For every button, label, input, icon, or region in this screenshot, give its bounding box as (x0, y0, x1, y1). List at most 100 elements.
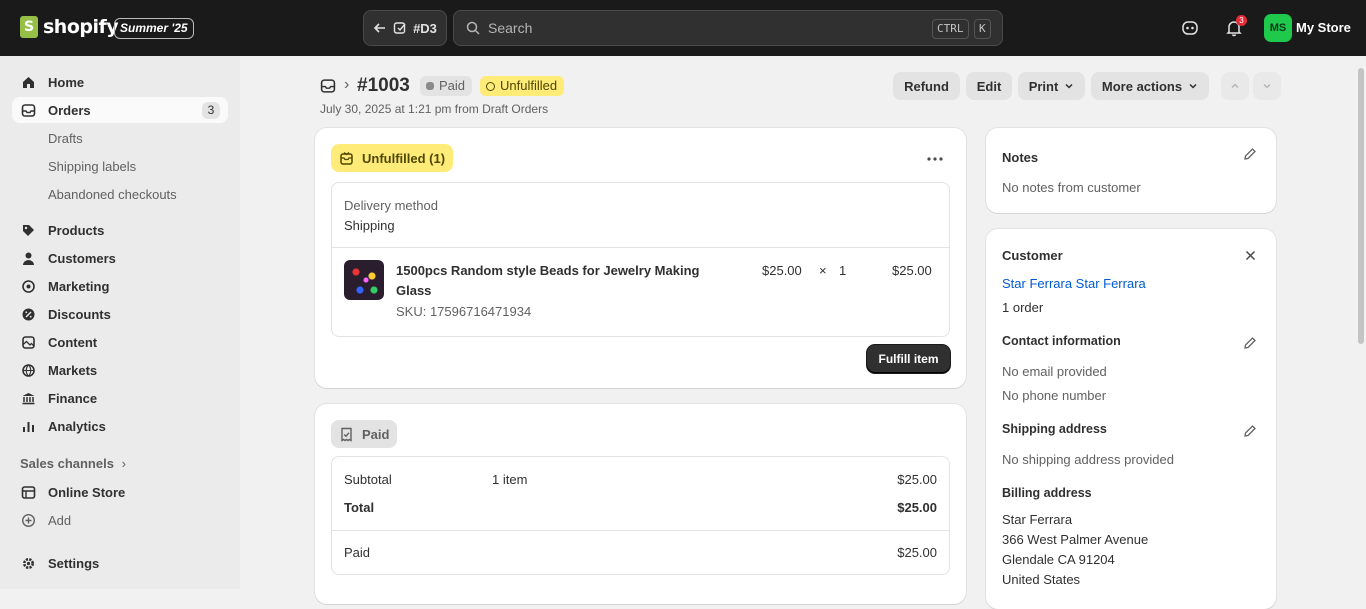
print-button[interactable]: Print (1018, 72, 1085, 100)
more-actions-label: More actions (1101, 78, 1183, 94)
avatar[interactable]: MS (1264, 14, 1292, 42)
sidebar-item-label: Finance (48, 390, 98, 406)
delivery-method-value: Shipping (344, 218, 395, 233)
more-horizontal-icon[interactable] (925, 149, 945, 169)
top-bar: shopify Summer '25 #D3 Search CTRL K 3 M… (0, 0, 1366, 56)
unfulfilled-badge-label: Unfulfilled (1) (362, 150, 446, 166)
page-title: #1003 (357, 75, 410, 96)
fulfillment-status-label: Unfulfilled (500, 78, 558, 93)
sidebar-item-label: Analytics (48, 418, 106, 434)
sidebar-item-products[interactable]: Products (12, 217, 228, 243)
more-actions-button[interactable]: More actions (1091, 72, 1209, 100)
sidebar-item-add[interactable]: Add (12, 507, 228, 533)
sidebar-item-label: Drafts (48, 130, 83, 146)
notes-title: Notes (1002, 150, 1039, 165)
scrollbar-thumb[interactable] (1358, 68, 1364, 344)
target-icon (20, 278, 36, 294)
person-icon (20, 250, 36, 266)
home-icon (20, 74, 36, 90)
sales-channels-heading[interactable]: Sales channels › (20, 456, 126, 471)
customer-orders: 1 order (1002, 300, 1044, 315)
refund-button[interactable]: Refund (893, 72, 960, 100)
search-placeholder: Search (488, 20, 533, 36)
sidekick-icon[interactable] (1178, 16, 1202, 40)
sidebar-item-online-store[interactable]: Online Store (12, 479, 228, 505)
edit-button[interactable]: Edit (966, 72, 1012, 100)
paid-value: $25.00 (897, 545, 937, 560)
edit-contact-pencil-icon[interactable] (1240, 333, 1260, 353)
orders-breadcrumb-icon[interactable] (320, 78, 336, 97)
sidebar-item-marketing[interactable]: Marketing (12, 273, 228, 299)
plus-circle-icon (20, 512, 36, 528)
sidebar-item-finance[interactable]: Finance (12, 385, 228, 411)
subtotal-items: 1 item (492, 472, 528, 487)
sidebar-item-content[interactable]: Content (12, 329, 228, 355)
paid-badge-label: Paid (362, 426, 390, 442)
sidebar-item-label: Add (48, 512, 72, 528)
notes-text: No notes from customer (1002, 180, 1141, 195)
previous-order-button[interactable] (1221, 72, 1249, 100)
edit-shipping-pencil-icon[interactable] (1240, 421, 1260, 441)
sidebar-item-abandoned-checkouts[interactable]: Abandoned checkouts (12, 181, 228, 207)
gear-icon (20, 555, 36, 571)
sidebar-item-settings[interactable]: Settings (12, 550, 228, 576)
chevron-up-icon (1230, 79, 1240, 94)
sidebar-item-discounts[interactable]: Discounts (12, 301, 228, 327)
sidebar-item-label: Markets (48, 362, 98, 378)
breadcrumb-chevron-icon: › (344, 76, 350, 93)
contact-phone: No phone number (1002, 388, 1107, 403)
sidebar-item-label: Abandoned checkouts (48, 186, 177, 202)
globe-icon (20, 362, 36, 378)
arrow-left-icon (373, 23, 386, 33)
sidebar-item-customers[interactable]: Customers (12, 245, 228, 271)
payment-status-badge: Paid (420, 76, 473, 96)
sidebar-item-analytics[interactable]: Analytics (12, 413, 228, 439)
times-symbol: × (819, 263, 827, 278)
subtotal-label: Subtotal (344, 472, 392, 487)
sidebar-item-orders[interactable]: Orders 3 (12, 97, 228, 123)
sidebar-item-label: Content (48, 334, 98, 350)
edit-notes-pencil-icon[interactable] (1240, 144, 1260, 164)
sidebar-item-label: Settings (48, 555, 100, 571)
close-icon[interactable] (1240, 245, 1260, 265)
content-icon (20, 334, 36, 350)
status-dot-icon (426, 82, 434, 90)
shortcut-key-ctrl: CTRL (932, 19, 969, 39)
divider (332, 530, 949, 531)
main-content: › #1003 Paid Unfulfilled July 30, 2025 a… (240, 56, 1356, 609)
sidebar-item-label: Discounts (48, 306, 111, 322)
customer-name-link[interactable]: Star Ferrara Star Ferrara (1002, 276, 1146, 291)
fulfill-item-button[interactable]: Fulfill item (867, 345, 950, 373)
refund-label: Refund (904, 78, 949, 94)
sales-channels-label: Sales channels (20, 456, 114, 471)
store-icon (20, 484, 36, 500)
product-title-line2[interactable]: Glass (396, 283, 431, 298)
sidebar-item-drafts[interactable]: Drafts (12, 125, 228, 151)
back-to-draft-button[interactable]: #D3 (363, 10, 447, 46)
product-sku: SKU: 17596716471934 (396, 304, 532, 319)
billing-address-title: Billing address (1002, 486, 1092, 500)
order-subtitle: July 30, 2025 at 1:21 pm from Draft Orde… (320, 102, 549, 116)
discount-icon (20, 306, 36, 322)
paid-label: Paid (344, 545, 371, 560)
store-name[interactable]: My Store (1296, 20, 1351, 35)
shipping-address-title: Shipping address (1002, 422, 1107, 436)
shopify-logo[interactable]: shopify (20, 16, 119, 38)
line-items-panel: Delivery method Shipping 1500pcs Random … (331, 182, 950, 337)
sidebar-item-shipping-labels[interactable]: Shipping labels (12, 153, 228, 179)
product-thumbnail[interactable] (344, 260, 384, 300)
brand-wordmark: shopify (43, 16, 119, 38)
search-bar[interactable]: Search CTRL K (453, 10, 1003, 46)
edit-label: Edit (976, 78, 1002, 94)
fulfillment-card: Unfulfilled (1) Delivery method Shipping… (315, 128, 966, 388)
sidebar-item-home[interactable]: Home (12, 69, 228, 95)
sidebar-item-markets[interactable]: Markets (12, 357, 228, 383)
notes-card: Notes No notes from customer (986, 128, 1276, 213)
customer-card: Customer Star Ferrara Star Ferrara 1 ord… (986, 229, 1276, 609)
edition-badge[interactable]: Summer '25 (114, 18, 194, 39)
product-title-line1[interactable]: 1500pcs Random style Beads for Jewelry M… (396, 263, 699, 278)
orders-count-badge: 3 (202, 102, 220, 119)
total-value: $25.00 (897, 500, 937, 515)
next-order-button[interactable] (1253, 72, 1281, 100)
billing-line-city: Glendale CA 91204 (1002, 552, 1115, 567)
